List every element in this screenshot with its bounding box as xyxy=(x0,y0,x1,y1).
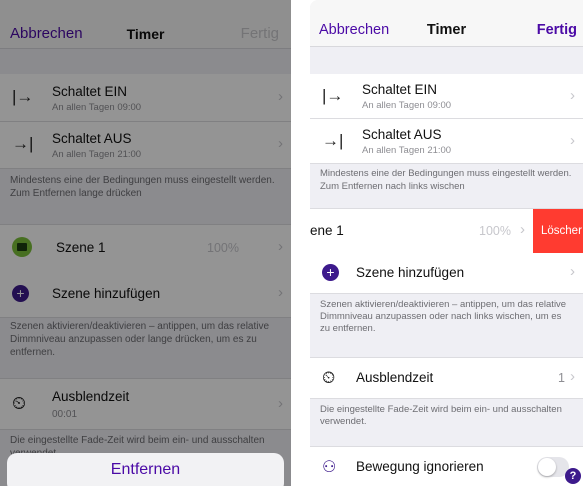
fade-note: Die eingestellte Fade-Zeit wird beim ein… xyxy=(320,404,562,427)
scene-dim-value: 100% xyxy=(479,224,511,238)
ignore-motion-label: Bewegung ignorieren xyxy=(356,459,484,474)
chevron-right-icon: › xyxy=(570,263,575,280)
left-screen: Abbrechen Timer Fertig |→ Schaltet EIN A… xyxy=(0,0,291,486)
plus-circle-icon: + xyxy=(322,264,339,281)
motion-icon: ⚇ xyxy=(322,459,337,476)
switch-on-row[interactable]: |→ Schaltet EIN An allen Tagen 09:00 › xyxy=(310,74,583,119)
switch-off-title: Schaltet AUS xyxy=(362,127,442,142)
switch-off-row[interactable]: →| Schaltet AUS An allen Tagen 21:00 › xyxy=(310,119,583,164)
scene-label: ene 1 xyxy=(310,223,344,238)
chevron-right-icon: › xyxy=(520,221,525,238)
switch-on-title: Schaltet EIN xyxy=(362,82,438,97)
switch-on-icon: |→ xyxy=(322,86,344,105)
help-icon[interactable]: ? xyxy=(565,468,581,484)
done-button[interactable]: Fertig xyxy=(537,22,577,38)
switch-on-subtitle: An allen Tagen 09:00 xyxy=(362,100,452,111)
timer-icon: ⏲ xyxy=(322,368,336,387)
chevron-right-icon: › xyxy=(570,87,575,104)
chevron-right-icon: › xyxy=(570,368,575,385)
delete-button[interactable]: Löscher xyxy=(533,209,583,253)
add-scene-label: Szene hinzufügen xyxy=(356,265,465,280)
ignore-motion-row: ⚇ Bewegung ignorieren ? xyxy=(310,446,583,486)
remove-button[interactable]: Entfernen xyxy=(7,461,284,479)
right-screen: Abbrechen Timer Fertig |→ Schaltet EIN A… xyxy=(310,0,583,486)
right-nav-bar: Abbrechen Timer Fertig xyxy=(310,0,583,47)
add-scene-row[interactable]: + Szene hinzufügen › xyxy=(310,253,583,294)
fade-time-value: 1 xyxy=(558,371,565,385)
switch-off-subtitle: An allen Tagen 21:00 xyxy=(362,145,452,156)
fade-time-title: Ausblendzeit xyxy=(356,370,434,385)
chevron-right-icon: › xyxy=(570,132,575,149)
scenes-note: Szenen aktivieren/deaktivieren – antippe… xyxy=(320,299,567,334)
dim-overlay[interactable] xyxy=(0,0,291,486)
conditions-note: Mindestens eine der Bedingungen muss ein… xyxy=(320,168,572,192)
switch-off-icon: →| xyxy=(322,131,344,150)
scene-row-swiped[interactable]: ene 1 100% › Löscher xyxy=(310,208,583,254)
action-sheet: Entfernen xyxy=(7,453,284,486)
fade-time-row[interactable]: ⏲ Ausblendzeit 1 › xyxy=(310,357,583,399)
